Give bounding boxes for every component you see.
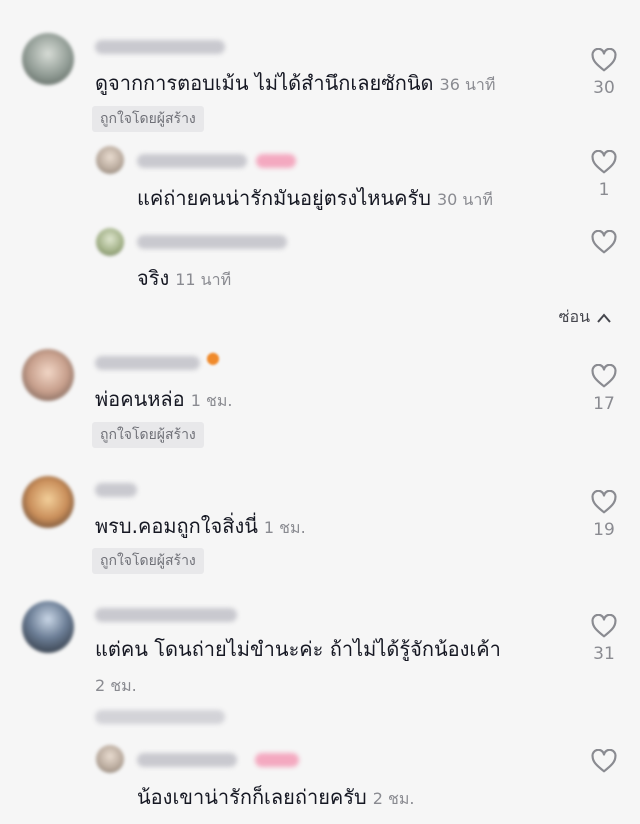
- creator-liked-badge: ถูกใจโดยผู้สร้าง: [92, 422, 204, 448]
- reply-text: แค่ถ่ายคนน่ารักมันอยู่ตรงไหนครับ 30 นาที: [137, 185, 493, 213]
- like-count: 17: [593, 394, 615, 414]
- reply-body: จริง: [137, 266, 170, 290]
- like-button[interactable]: 17: [584, 364, 624, 414]
- comment-time: 1 ชม.: [190, 391, 233, 410]
- comment-body: แต่คน โดนถ่ายไม่ขำนะค่ะ ถ้าไม่ได้รู้จักน…: [95, 637, 501, 661]
- like-button[interactable]: 19: [584, 490, 624, 540]
- like-button[interactable]: 30: [584, 48, 624, 98]
- like-count: 30: [593, 78, 615, 98]
- comment-time: 1 ชม.: [263, 518, 306, 537]
- reply-time: 30 นาที: [436, 190, 493, 209]
- avatar[interactable]: [22, 349, 74, 401]
- view-replies-blurred[interactable]: [95, 710, 225, 724]
- like-count: 31: [593, 644, 615, 664]
- reply-time: 2 ชม.: [372, 789, 415, 808]
- hide-replies-button[interactable]: ซ่อน: [559, 305, 612, 330]
- heart-outline-icon: [591, 230, 617, 254]
- creator-tag-blurred: [256, 154, 296, 168]
- creator-liked-badge: ถูกใจโดยผู้สร้าง: [92, 106, 204, 132]
- comment-time: 36 นาที: [439, 75, 496, 94]
- heart-outline-icon: [591, 364, 617, 388]
- username-blurred[interactable]: [95, 608, 237, 622]
- avatar[interactable]: [22, 33, 74, 85]
- reply-avatar[interactable]: [96, 745, 124, 773]
- reply-like-button[interactable]: [584, 230, 624, 254]
- reply-like-count: 1: [598, 180, 610, 200]
- chevron-up-icon: [597, 312, 611, 323]
- comment-text: ดูจากการตอบเม้น ไม่ได้สำนึกเลยซักนิด 36 น…: [95, 70, 495, 98]
- hide-replies-label: ซ่อน: [558, 307, 590, 326]
- heart-outline-icon: [591, 150, 617, 174]
- comment-body: พ่อคนหล่อ: [95, 387, 185, 411]
- reply-like-button[interactable]: [584, 749, 624, 773]
- reply-username-blurred[interactable]: [137, 753, 237, 767]
- reply-body: แค่ถ่ายคนน่ารักมันอยู่ตรงไหนครับ: [137, 186, 431, 210]
- heart-outline-icon: [591, 48, 617, 72]
- username-blurred[interactable]: [95, 483, 137, 497]
- reply-time: 11 นาที: [175, 270, 232, 289]
- reply-text: จริง 11 นาที: [137, 265, 231, 293]
- comment-time: 2 ชม.: [95, 676, 137, 695]
- heart-outline-icon: [591, 490, 617, 514]
- fire-emoji: ●: [206, 348, 220, 367]
- like-button[interactable]: 31: [584, 614, 624, 664]
- comment-body: ดูจากการตอบเม้น ไม่ได้สำนึกเลยซักนิด: [95, 71, 434, 95]
- reply-like-button[interactable]: 1: [584, 150, 624, 200]
- heart-outline-icon: [591, 749, 617, 773]
- comment-text: พ่อคนหล่อ 1 ชม.: [95, 386, 232, 414]
- heart-outline-icon: [591, 614, 617, 638]
- username-blurred[interactable]: [95, 356, 200, 370]
- reply-username-blurred[interactable]: [137, 235, 287, 249]
- reply-text: น้องเขาน่ารักก็เลยถ่ายครับ 2 ชม.: [137, 784, 415, 812]
- avatar[interactable]: [22, 601, 74, 653]
- creator-liked-badge: ถูกใจโดยผู้สร้าง: [92, 548, 204, 574]
- reply-avatar[interactable]: [96, 228, 124, 256]
- username-blurred[interactable]: [95, 40, 225, 54]
- comment-text: พรบ.คอมถูกใจสิ่งนี่ 1 ชม.: [95, 513, 306, 541]
- reply-username-blurred[interactable]: [137, 154, 247, 168]
- reply-avatar[interactable]: [96, 146, 124, 174]
- creator-tag-blurred: [255, 753, 299, 767]
- like-count: 19: [593, 520, 615, 540]
- comment-body: พรบ.คอมถูกใจสิ่งนี่: [95, 514, 258, 538]
- reply-body: น้องเขาน่ารักก็เลยถ่ายครับ: [137, 785, 367, 809]
- comment-text: แต่คน โดนถ่ายไม่ขำนะค่ะ ถ้าไม่ได้รู้จักน…: [95, 636, 501, 662]
- avatar[interactable]: [22, 476, 74, 528]
